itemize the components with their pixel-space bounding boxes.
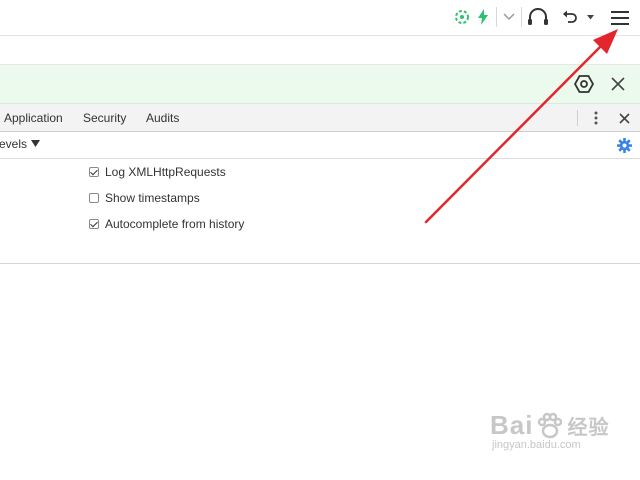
watermark: Bai 经验 jingyan.baidu.com [490, 410, 630, 470]
watermark-brand: Bai [490, 410, 534, 440]
watermark-brand2: 经验 [567, 417, 610, 439]
watermark-url: jingyan.baidu.com [492, 439, 581, 451]
annotation-arrow [424, 29, 618, 224]
paw-icon [538, 412, 563, 438]
